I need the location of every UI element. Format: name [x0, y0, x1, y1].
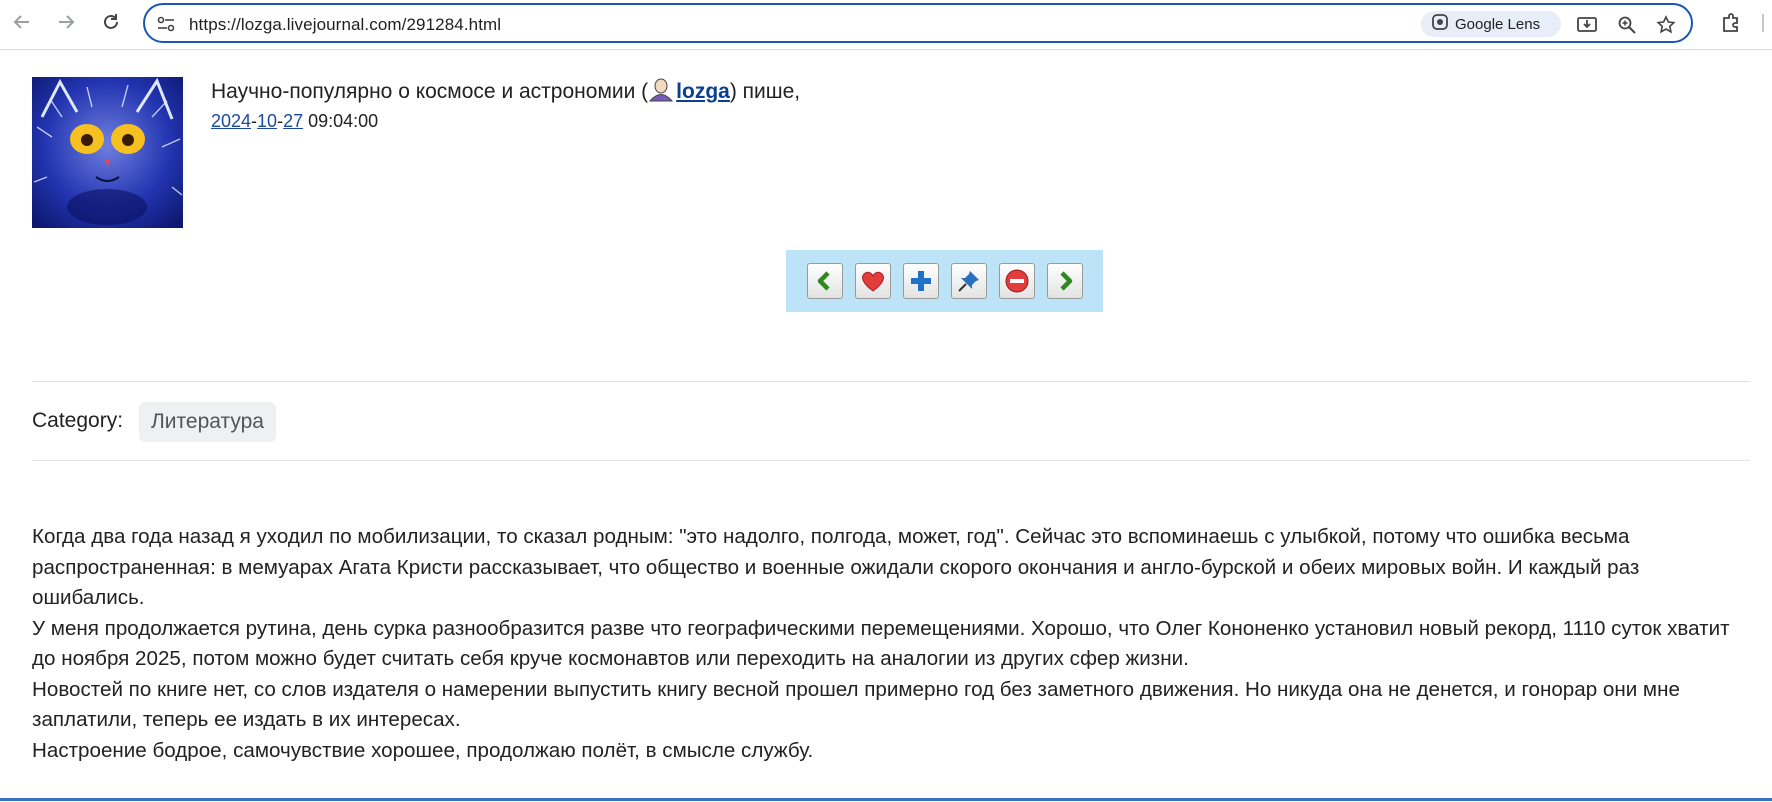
post-paragraph: У меня продолжается рутина, день сурка р…: [32, 616, 1730, 671]
extensions-icon[interactable]: [1718, 10, 1744, 36]
toolbar-separator: [1762, 14, 1764, 32]
post-date: 2024-10-27 09:04:00: [211, 111, 379, 131]
tell-a-friend-button[interactable]: [950, 263, 987, 299]
google-lens-label: Google Lens: [1455, 15, 1541, 33]
add-friend-button[interactable]: [902, 263, 939, 299]
user-head-icon[interactable]: [648, 78, 674, 108]
pushpin-icon: [957, 271, 979, 292]
back-arrow-icon[interactable]: [8, 8, 36, 36]
date-month-link[interactable]: 10: [257, 111, 277, 131]
username-link[interactable]: lozga: [676, 80, 730, 103]
url-text[interactable]: https://lozga.livejournal.com/291284.htm…: [189, 15, 501, 35]
site-info-icon[interactable]: [155, 14, 177, 34]
post-paragraph: Новостей по книге нет, со слов издателя …: [32, 677, 1680, 732]
entry-action-bar: [786, 250, 1103, 312]
post-time: 09:04:00: [308, 111, 379, 131]
bookmark-star-icon[interactable]: [1654, 13, 1678, 37]
forward-arrow-icon[interactable]: [52, 8, 80, 36]
address-bar[interactable]: https://lozga.livejournal.com/291284.htm…: [143, 3, 1693, 43]
date-year-link[interactable]: 2024: [211, 111, 251, 131]
journal-avatar: [32, 77, 183, 228]
bottom-border: [0, 798, 1772, 801]
date-day-link[interactable]: 27: [283, 111, 303, 131]
category-top-divider: [32, 381, 1750, 382]
zoom-icon[interactable]: [1615, 13, 1639, 37]
flag-entry-button[interactable]: [998, 263, 1035, 299]
post-paragraph: Когда два года назад я уходил по мобилиз…: [32, 525, 1640, 609]
chevron-left-icon: [817, 271, 830, 291]
google-lens-icon: [1431, 13, 1449, 35]
reload-icon[interactable]: [97, 8, 125, 36]
chevron-right-icon: [1059, 271, 1072, 291]
next-entry-button[interactable]: [1046, 263, 1083, 299]
category-label: Category:: [32, 409, 124, 432]
plus-icon: [910, 271, 931, 291]
post-paragraph: Настроение бодрое, самочувствие хорошее,…: [32, 738, 814, 762]
install-app-icon[interactable]: [1575, 13, 1599, 37]
add-to-memories-button[interactable]: [854, 263, 891, 299]
previous-entry-button[interactable]: [806, 263, 843, 299]
heading-suffix: ) пише,: [729, 80, 801, 103]
category-bottom-divider: [32, 460, 1750, 461]
no-entry-icon: [1005, 269, 1028, 293]
google-lens-button[interactable]: Google Lens: [1421, 11, 1561, 37]
browser-toolbar: https://lozga.livejournal.com/291284.htm…: [0, 0, 1772, 50]
heart-icon: [861, 271, 884, 292]
category-tag[interactable]: Литература: [139, 402, 276, 442]
post-body: Когда два года назад я уходил по мобилиз…: [32, 522, 1750, 766]
post-heading: Научно-популярно о космосе и астрономии …: [211, 78, 800, 108]
journal-title: Научно-популярно о космосе и астрономии …: [211, 80, 649, 103]
